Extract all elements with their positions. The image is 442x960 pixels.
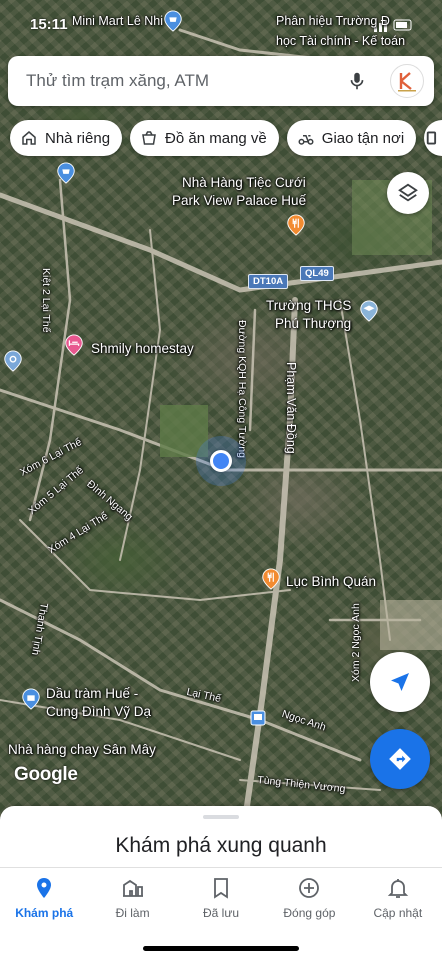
sheet-title[interactable]: Khám phá xung quanh [0, 834, 442, 858]
search-input[interactable]: Thử tìm trạm xăng, ATM [26, 71, 346, 91]
google-attribution: Google [14, 764, 78, 785]
road-shield-dt10a: DT10A [248, 274, 289, 289]
divider [0, 867, 442, 868]
map-label-thcs-1[interactable]: Trường THCS [266, 298, 351, 313]
directions-button[interactable] [370, 729, 430, 789]
nav-commute[interactable]: Đi làm [88, 870, 176, 930]
bell-icon [387, 879, 409, 898]
map-label-xom2: Xóm 2 Ngọc Anh [350, 603, 362, 682]
map-label-thcs-2[interactable]: Phú Thượng [275, 316, 351, 331]
home-indicator[interactable] [143, 946, 299, 951]
nav-label: Đã lưu [202, 906, 240, 920]
nav-label: Đóng góp [283, 906, 336, 920]
chip-takeout[interactable]: Đồ ăn mang về [130, 120, 279, 156]
chip-more[interactable] [424, 120, 442, 156]
category-chips: Nhà riêng Đồ ăn mang về Giao tận nơi [10, 120, 442, 156]
nav-label: Khám phá [15, 906, 74, 920]
map-label-dau-tram-1[interactable]: Dầu tràm Huế - [46, 686, 138, 701]
map-label-luc-binh-quan[interactable]: Lục Bình Quán [286, 574, 376, 589]
nav-saved[interactable]: Đã lưu [177, 870, 265, 930]
shopping-pin-icon[interactable] [162, 10, 184, 32]
chip-home[interactable]: Nhà riêng [10, 120, 123, 156]
directions-icon [389, 748, 411, 770]
gear-pin-icon[interactable] [2, 350, 24, 372]
my-location-dot [210, 450, 232, 472]
nav-label: Đi làm [115, 906, 150, 920]
bottom-navigation: Khám phá Đi làm Đã lưu Đóng góp Cập nhật [0, 870, 442, 930]
my-location-button[interactable] [370, 652, 430, 712]
search-bar[interactable]: Thử tìm trạm xăng, ATM [8, 56, 434, 106]
map-label-phan-hieu[interactable]: Phân hiệu Trường Đ [276, 14, 390, 28]
layers-icon [398, 183, 418, 202]
explore-pin-icon [37, 878, 52, 898]
bookmark-icon [214, 878, 228, 899]
map-label-dau-tram-2[interactable]: Cung Đình Vỹ Dạ [46, 704, 151, 719]
nav-label: Cập nhật [373, 906, 423, 920]
map-label-tai-chinh[interactable]: học Tài chính - Kế toán [276, 34, 405, 48]
school-pin-icon[interactable] [358, 300, 380, 322]
nav-contribute[interactable]: Đóng góp [265, 870, 353, 930]
restaurant-pin-icon[interactable] [260, 568, 282, 590]
add-circle-icon [299, 878, 320, 898]
shopping-bag-pin-icon[interactable] [20, 688, 42, 710]
avatar[interactable] [390, 64, 424, 98]
delivery-icon [298, 135, 314, 145]
map-label-nha-hang-chay[interactable]: Nhà hàng chay Sân Mây [8, 742, 156, 757]
hotel-pin-icon[interactable] [63, 334, 85, 356]
chip-label: Đồ ăn mang về [165, 129, 267, 147]
takeout-icon [142, 131, 156, 145]
account-logo-icon [398, 72, 416, 92]
commute-icon [122, 879, 143, 897]
chip-label: Nhà riêng [45, 129, 111, 147]
map-label-nha-hang-1[interactable]: Nhà Hàng Tiệc Cưới [182, 175, 306, 190]
sheet-drag-handle[interactable] [203, 815, 239, 819]
map-label-ha-cong-tuong: Đường KQH Hạ Công Tường [236, 320, 248, 458]
chip-label: Giao tận nơi [321, 129, 405, 147]
map-label-kiet-lai-the: Kiệt 2 Lại Thế [40, 268, 52, 333]
bottom-sheet[interactable]: Khám phá xung quanh Khám phá Đi làm Đã l… [0, 806, 442, 960]
status-time: 15:11 [30, 16, 68, 33]
microphone-icon[interactable] [346, 70, 368, 92]
nav-explore[interactable]: Khám phá [0, 870, 88, 930]
bus-stop-icon[interactable] [250, 710, 266, 726]
more-chip-icon [426, 131, 437, 145]
map-label-shmily[interactable]: Shmily homestay [91, 341, 194, 356]
map-label-nha-hang-2[interactable]: Park View Palace Huế [172, 193, 306, 208]
shopping-pin-icon[interactable] [55, 162, 77, 184]
layers-button[interactable] [387, 172, 429, 214]
nav-updates[interactable]: Cập nhật [354, 870, 442, 930]
map-label-pham-van-dong: Phạm Văn Đồng [284, 362, 298, 454]
navigation-arrow-icon [391, 673, 409, 691]
restaurant-pin-icon[interactable] [285, 214, 307, 236]
home-icon [22, 131, 36, 145]
chip-delivery[interactable]: Giao tận nơi [286, 120, 417, 156]
road-shield-ql49: QL49 [300, 266, 334, 281]
map-label-minimart[interactable]: Mini Mart Lê Nhi [72, 14, 163, 28]
